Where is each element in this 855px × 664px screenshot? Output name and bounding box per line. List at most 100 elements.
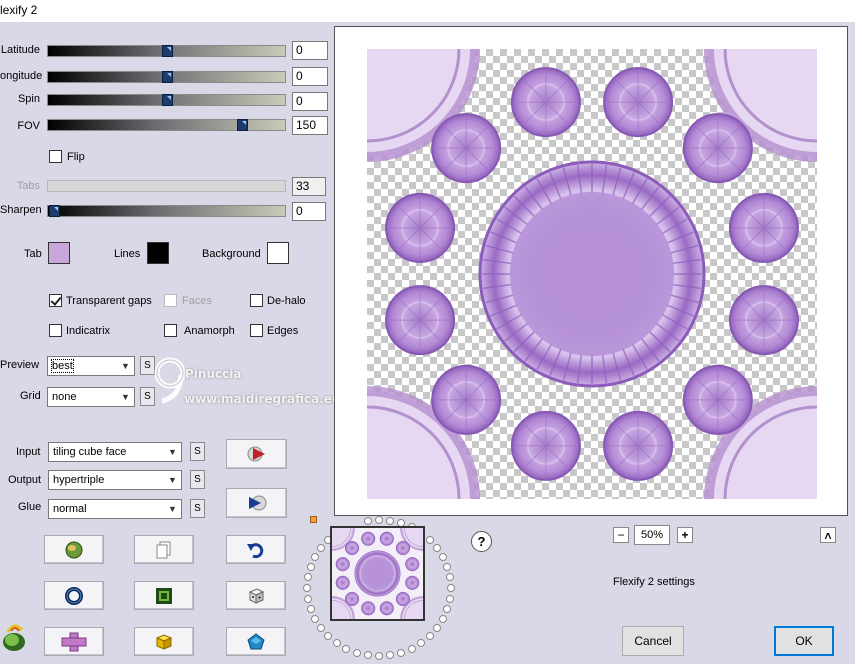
glue-s-button[interactable]: S <box>190 499 205 518</box>
sharpen-input[interactable]: 0 <box>292 202 326 221</box>
square-frame-button[interactable] <box>134 581 194 610</box>
navigator-dot[interactable] <box>417 639 426 647</box>
navigator-dot[interactable] <box>425 632 434 641</box>
play-right-button[interactable] <box>226 439 287 469</box>
navigator-dot[interactable] <box>443 605 452 613</box>
indicatrix-checkbox[interactable] <box>49 324 62 337</box>
copy-button[interactable] <box>134 535 194 564</box>
longitude-slider[interactable] <box>47 71 286 83</box>
navigator-dot[interactable] <box>303 594 312 603</box>
spin-input[interactable]: 0 <box>292 92 328 111</box>
collapse-button[interactable]: ˄ <box>820 527 836 543</box>
globe-icon <box>65 541 83 558</box>
navigator-thumbnail[interactable] <box>309 505 446 642</box>
flip-checkbox[interactable] <box>49 150 62 163</box>
zoom-in-button[interactable]: + <box>677 527 693 543</box>
transparent-gaps-checkbox[interactable] <box>49 294 62 307</box>
pentagon-button[interactable] <box>226 627 286 656</box>
chevron-down-icon: ▼ <box>168 447 177 457</box>
spin-thumb[interactable] <box>162 94 173 106</box>
flower-icon <box>3 624 25 651</box>
navigator-dot[interactable] <box>446 573 455 582</box>
spin-label: Spin <box>17 93 40 105</box>
play-split-button[interactable] <box>226 488 287 518</box>
undo-button[interactable] <box>226 535 286 564</box>
navigator-dot[interactable] <box>342 644 351 653</box>
navigator-dot[interactable] <box>446 594 455 603</box>
input-select[interactable]: tiling cube face ▼ <box>48 442 182 462</box>
watermark-name: Pinuccia <box>185 367 242 381</box>
output-s-button[interactable]: S <box>190 470 205 489</box>
grid-label: Grid <box>20 390 41 402</box>
navigator-dot[interactable] <box>433 623 442 632</box>
navigator-dot[interactable] <box>439 614 448 623</box>
navigator-dot[interactable] <box>316 544 325 553</box>
input-s-button[interactable]: S <box>190 442 205 461</box>
navigator-dot[interactable] <box>407 644 416 653</box>
sharpen-slider[interactable] <box>47 205 286 217</box>
sharpen-thumb[interactable] <box>49 205 60 217</box>
spin-slider[interactable] <box>47 94 286 106</box>
navigator-dot[interactable] <box>443 562 452 571</box>
navigator-dot[interactable] <box>386 651 395 660</box>
fov-slider[interactable] <box>47 119 286 131</box>
navigator-dot[interactable] <box>363 516 372 525</box>
grid-select[interactable]: none ▼ <box>47 387 135 407</box>
tabs-label: Tabs <box>16 180 40 192</box>
glue-select[interactable]: normal ▼ <box>48 499 182 519</box>
longitude-thumb[interactable] <box>162 71 173 83</box>
input-select-value: tiling cube face <box>53 446 127 458</box>
navigator-dot[interactable] <box>375 652 383 660</box>
navigator-dot[interactable] <box>306 562 315 571</box>
latitude-slider[interactable] <box>47 45 286 57</box>
fov-thumb[interactable] <box>237 119 248 131</box>
cube-button[interactable] <box>134 627 194 656</box>
navigator-dot[interactable] <box>433 544 442 553</box>
preview-canvas <box>367 49 817 499</box>
globe-button[interactable] <box>44 535 104 564</box>
navigator-dot[interactable] <box>352 648 361 657</box>
background-color-swatch[interactable] <box>267 242 289 264</box>
help-button[interactable]: ? <box>471 531 492 552</box>
navigator-dot[interactable] <box>447 584 455 592</box>
dehalo-checkbox[interactable] <box>250 294 263 307</box>
navigator-dot[interactable] <box>375 516 383 524</box>
copy-icon <box>156 541 171 558</box>
anamorph-checkbox[interactable] <box>164 324 177 337</box>
latitude-thumb[interactable] <box>162 45 173 57</box>
preview-select[interactable]: best ▼ <box>47 356 135 376</box>
flower-logo-button[interactable] <box>0 622 30 654</box>
cancel-button[interactable]: Cancel <box>622 626 684 656</box>
preview-panel[interactable] <box>334 26 848 516</box>
zoom-out-button[interactable]: − <box>613 527 629 543</box>
faces-label: Faces <box>182 295 212 307</box>
fov-input[interactable]: 150 <box>292 116 328 135</box>
output-select[interactable]: hypertriple ▼ <box>48 470 182 490</box>
navigator-dot[interactable] <box>306 605 315 613</box>
longitude-label: ongitude <box>0 70 43 82</box>
lines-color-swatch[interactable] <box>147 242 169 264</box>
navigator-dot[interactable] <box>425 535 434 544</box>
navigator-dot[interactable] <box>316 623 325 632</box>
ok-button[interactable]: OK <box>774 626 834 656</box>
edges-checkbox[interactable] <box>250 324 263 337</box>
tab-color-swatch[interactable] <box>48 242 70 264</box>
dice-button[interactable] <box>226 581 286 610</box>
cross-button[interactable] <box>44 627 104 656</box>
navigator-dot[interactable] <box>439 553 448 562</box>
zoom-level[interactable]: 50% <box>634 525 670 545</box>
navigator-dot[interactable] <box>310 614 319 623</box>
navigator-dot[interactable] <box>303 584 311 592</box>
glue-label: Glue <box>18 501 42 513</box>
navigator-dot[interactable] <box>397 648 406 657</box>
navigator-dot[interactable] <box>310 553 319 562</box>
latitude-input[interactable]: 0 <box>292 41 328 60</box>
navigator-dot[interactable] <box>332 639 341 647</box>
ring-button[interactable] <box>44 581 104 610</box>
navigator-dot[interactable] <box>363 651 372 660</box>
navigator-dot[interactable] <box>386 516 395 525</box>
longitude-input[interactable]: 0 <box>292 67 328 86</box>
navigator-dot[interactable] <box>324 632 333 641</box>
tabs-input: 33 <box>292 177 326 196</box>
navigator-dot[interactable] <box>303 573 312 582</box>
